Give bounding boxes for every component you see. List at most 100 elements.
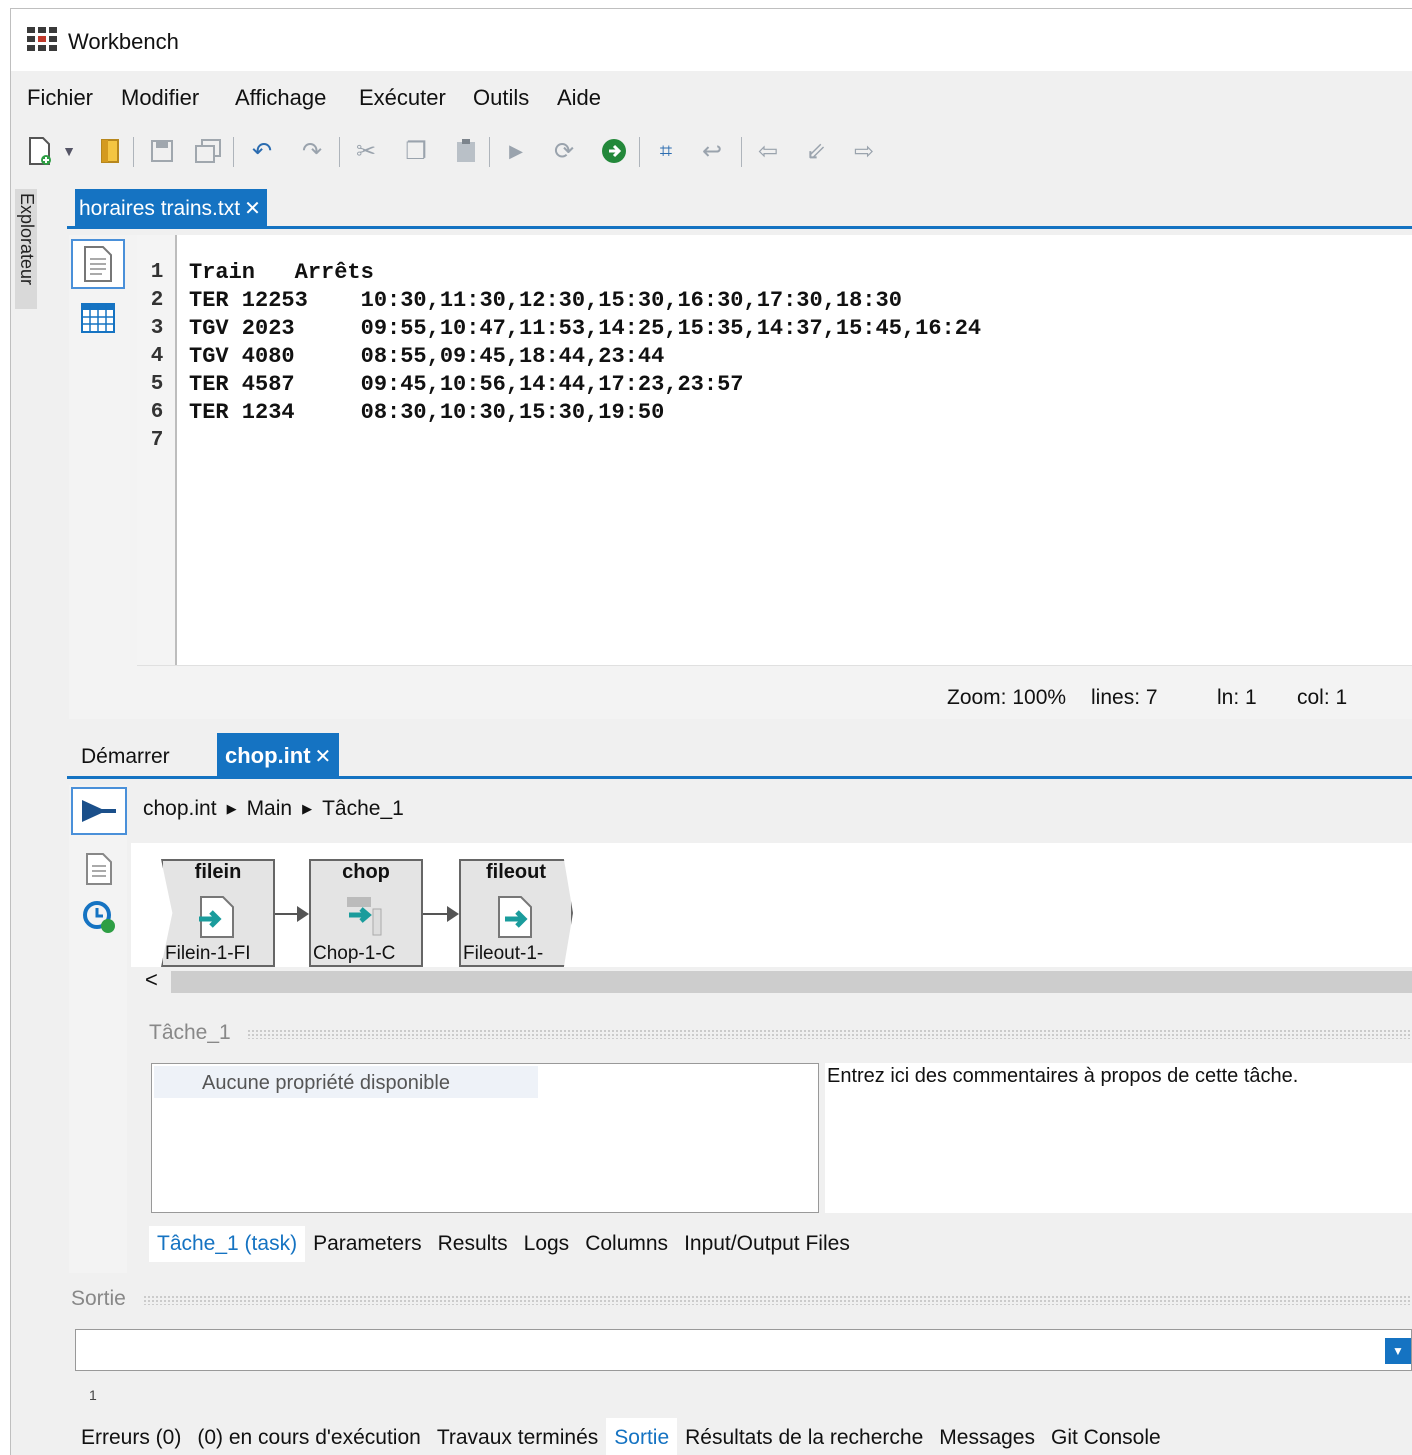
menu-aide[interactable]: Aide: [557, 85, 601, 111]
canvas-horizontal-scrollbar[interactable]: <: [131, 967, 1412, 997]
explorer-side-tab[interactable]: Explorateur: [15, 189, 37, 309]
play-icon[interactable]: ▶: [501, 135, 531, 167]
save-icon[interactable]: [147, 135, 177, 167]
chevron-down-icon[interactable]: ▼: [1385, 1338, 1411, 1364]
save-all-icon[interactable]: [193, 135, 223, 167]
breadcrumb-item[interactable]: Main: [247, 797, 293, 821]
grid-icon[interactable]: ⌗: [651, 135, 681, 167]
editor-tabstrip: horaires trains.txt ✕: [67, 189, 1412, 229]
code-line: Train Arrêts: [189, 260, 374, 285]
tab-label: horaires trains.txt: [79, 197, 241, 220]
tab-git-console[interactable]: Git Console: [1043, 1418, 1169, 1455]
code-line: TER 4587 09:45,10:56,14:44,17:23,23:57: [189, 372, 744, 397]
tab-messages[interactable]: Messages: [931, 1418, 1043, 1455]
node-label: Filein-1-FI: [165, 943, 251, 964]
menu-fichier[interactable]: Fichier: [27, 85, 93, 111]
close-icon[interactable]: ✕: [244, 198, 261, 220]
workbench-window: Workbench Fichier Modifier Affichage Exé…: [10, 8, 1412, 1455]
text-editor-panel: 1 2 3 4 5 6 7 Train Arrêts TER 12253 10:…: [69, 235, 1412, 719]
chevron-right-icon: ▶: [226, 801, 237, 816]
connector-arrow: [423, 906, 459, 922]
menu-executer[interactable]: Exécuter: [359, 85, 446, 111]
explorer-label: Explorateur: [17, 193, 37, 286]
reply-icon[interactable]: ↩: [697, 135, 727, 167]
tab-chop-int[interactable]: chop.int ✕: [217, 733, 340, 777]
open-icon[interactable]: [95, 135, 125, 167]
properties-empty-text: Aucune propriété disponible: [202, 1072, 450, 1094]
node-chop[interactable]: chop Chop-1-C: [309, 859, 423, 967]
file-out-icon: [498, 896, 532, 938]
flow-canvas[interactable]: filein Filein-1-FI chop Chop-1-C fileout…: [131, 843, 1412, 967]
toolbar: ▼ ↶ ↷ ✂ ❐ ▶ ⟳ ⌗ ↩ ⇦ ⇙ ⇨: [11, 129, 1412, 173]
tab-task[interactable]: Tâche_1 (task): [149, 1226, 306, 1262]
table-view-icon[interactable]: [71, 293, 125, 343]
line-number: 4: [150, 345, 164, 368]
tab-horaires-trains[interactable]: horaires trains.txt ✕: [75, 189, 267, 227]
tab-travaux-termines[interactable]: Travaux terminés: [429, 1418, 606, 1455]
text-view-icon[interactable]: [71, 239, 125, 289]
task-view-switcher: [69, 785, 127, 1273]
code-area[interactable]: Train Arrêts TER 12253 10:30,11:30,12:30…: [189, 259, 1412, 455]
node-title: chop: [342, 861, 390, 883]
document-icon[interactable]: [71, 845, 127, 893]
chevron-right-icon: ▶: [302, 801, 313, 816]
line-number: 3: [150, 317, 164, 340]
bottom-panel-tabs: Erreurs (0) (0) en cours d'exécution Tra…: [73, 1417, 1169, 1455]
line-number: 1: [150, 261, 164, 284]
tab-input-output-files[interactable]: Input/Output Files: [676, 1226, 858, 1262]
menu-affichage[interactable]: Affichage: [235, 85, 326, 111]
node-filein[interactable]: filein Filein-1-FI: [161, 859, 275, 967]
code-line: TER 1234 08:30,10:30,15:30,19:50: [189, 400, 665, 425]
back-arrow-icon[interactable]: ⇦: [753, 135, 783, 167]
redo-icon[interactable]: ↷: [297, 135, 327, 167]
connector-arrow: [275, 906, 309, 922]
cut-icon[interactable]: ✂: [351, 135, 381, 167]
lines-status: lines: 7: [1091, 686, 1158, 709]
editor-status-bar: Zoom: 100% lines: 7 ln: 1 col: 1: [137, 665, 1412, 719]
flow-view-icon[interactable]: [71, 787, 127, 835]
close-icon[interactable]: ✕: [315, 746, 332, 768]
tab-en-cours[interactable]: (0) en cours d'exécution: [189, 1418, 428, 1455]
node-title: fileout: [486, 861, 546, 883]
editor-view-switcher: [69, 235, 137, 719]
node-title: filein: [194, 861, 242, 883]
new-file-icon[interactable]: [25, 135, 55, 167]
comment-placeholder: Entrez ici des commentaires à propos de …: [827, 1065, 1299, 1087]
scroll-left-icon[interactable]: <: [145, 967, 158, 993]
forward-arrow-icon[interactable]: ⇨: [849, 135, 879, 167]
schedule-icon[interactable]: [71, 893, 127, 941]
comment-textarea[interactable]: Entrez ici des commentaires à propos de …: [825, 1063, 1412, 1213]
diagonal-arrow-icon[interactable]: ⇙: [801, 135, 831, 167]
copy-icon[interactable]: ❐: [401, 135, 431, 167]
paste-icon[interactable]: [451, 135, 481, 167]
menu-bar: Fichier Modifier Affichage Exécuter Outi…: [11, 79, 1412, 119]
new-dropdown-icon[interactable]: ▼: [59, 135, 79, 167]
undo-icon[interactable]: ↶: [247, 135, 277, 167]
run-green-icon[interactable]: [599, 135, 629, 167]
scrollbar-thumb[interactable]: [171, 971, 1412, 993]
task-sub-tabs: Tâche_1 (task) Parameters Results Logs C…: [149, 1223, 858, 1265]
tab-sortie[interactable]: Sortie: [606, 1418, 678, 1455]
zoom-status: Zoom: 100%: [947, 686, 1067, 709]
tab-resultats-recherche[interactable]: Résultats de la recherche: [677, 1418, 931, 1455]
tab-parameters[interactable]: Parameters: [305, 1226, 430, 1262]
breadcrumb-item[interactable]: Tâche_1: [322, 797, 404, 821]
tab-logs[interactable]: Logs: [516, 1226, 578, 1262]
refresh-icon[interactable]: ⟳: [549, 135, 579, 167]
breadcrumb-item[interactable]: chop.int: [143, 797, 217, 821]
node-label: Fileout-1-: [463, 943, 544, 964]
menu-modifier[interactable]: Modifier: [121, 85, 199, 111]
column-status: col: 1: [1297, 686, 1348, 709]
line-number: 2: [150, 289, 164, 312]
line-numbers: 1 2 3 4 5 6 7: [137, 259, 177, 455]
output-source-select[interactable]: ▼: [75, 1329, 1412, 1371]
tab-erreurs[interactable]: Erreurs (0): [73, 1418, 189, 1455]
tab-results[interactable]: Results: [430, 1226, 516, 1262]
tab-demarrer[interactable]: Démarrer: [81, 745, 170, 769]
tab-columns[interactable]: Columns: [577, 1226, 676, 1262]
menu-outils[interactable]: Outils: [473, 85, 529, 111]
lower-tabstrip: Démarrer chop.int ✕: [67, 731, 1412, 779]
properties-grid[interactable]: Aucune propriété disponible: [151, 1063, 819, 1213]
node-fileout[interactable]: fileout Fileout-1-: [459, 859, 573, 967]
